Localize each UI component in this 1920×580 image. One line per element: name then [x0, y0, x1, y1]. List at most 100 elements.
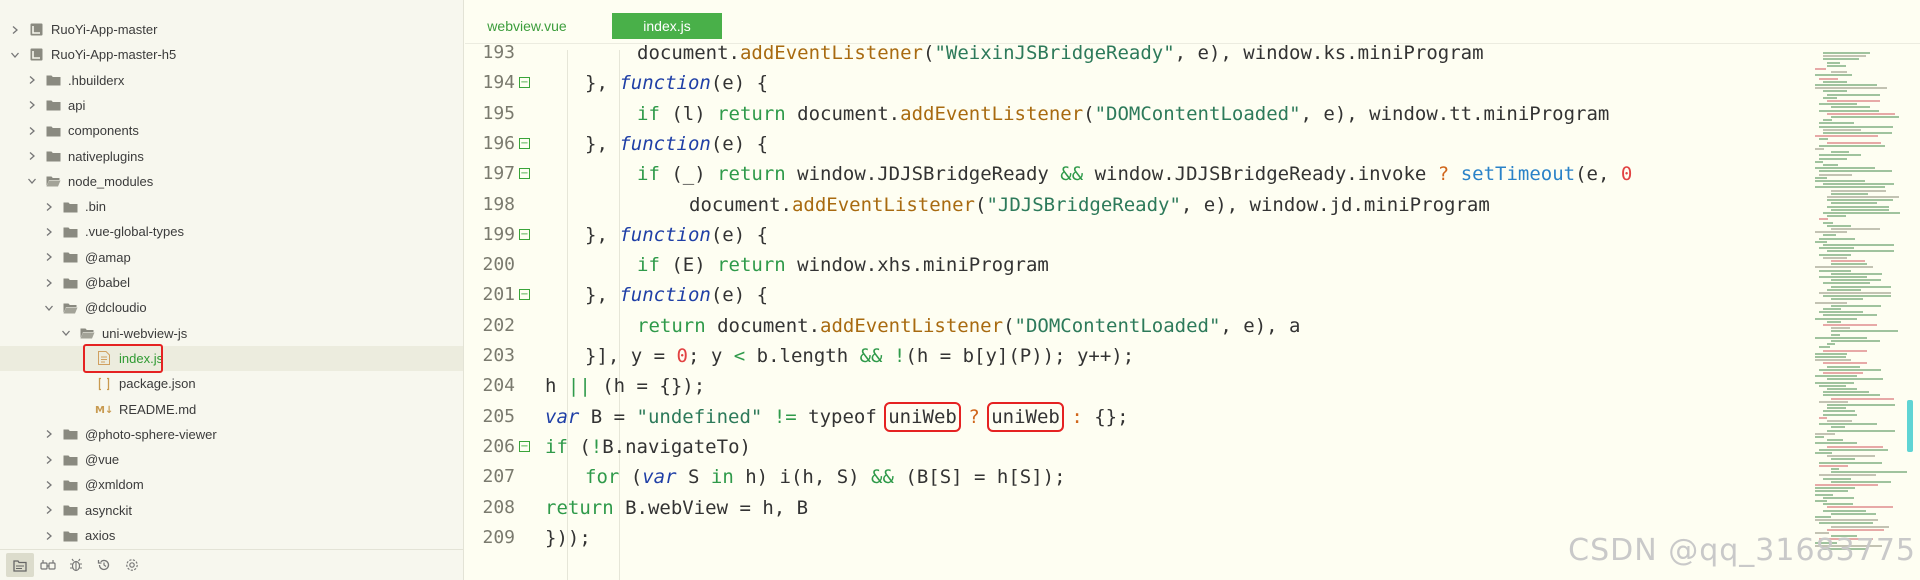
chevron-right-icon[interactable] [25, 149, 39, 163]
chevron-right-icon[interactable] [8, 23, 22, 37]
tree-item[interactable]: @photo-sphere-viewer [0, 422, 463, 447]
chevron-right-icon[interactable] [25, 124, 39, 138]
minimap-line [1827, 388, 1857, 390]
tree-item[interactable]: @babel [0, 270, 463, 295]
chevron-down-icon[interactable] [59, 326, 73, 340]
tree-item[interactable]: RuoYi-App-master-h5 [0, 42, 463, 67]
code-text: h || (h = {}); [533, 371, 705, 401]
tree-item[interactable]: .vue-global-types [0, 219, 463, 244]
code-token: (h = {}); [590, 375, 706, 398]
tree-item-label: @babel [85, 275, 131, 290]
tree-item[interactable]: nativeplugins [0, 144, 463, 169]
settings-icon[interactable] [118, 553, 146, 577]
tree-item[interactable]: .hbuilderx [0, 68, 463, 93]
code-token: "undefined" [636, 405, 763, 428]
minimap[interactable] [1813, 50, 1917, 555]
chevron-right-icon[interactable] [42, 250, 56, 264]
chevron-down-icon[interactable] [8, 48, 22, 62]
minimap-line [1823, 314, 1877, 317]
fold-toggle-icon[interactable]: − [519, 77, 530, 89]
tree-item[interactable]: api [0, 93, 463, 118]
project-manager-icon[interactable] [6, 553, 34, 577]
history-icon[interactable] [90, 553, 118, 577]
code-token: for [585, 466, 620, 489]
chevron-right-icon[interactable] [42, 478, 56, 492]
code-line[interactable]: 198 document.addEventListener("JDJSBridge… [465, 190, 1805, 220]
minimap-line [1831, 116, 1899, 118]
code-line[interactable]: 202 return document.addEventListener("DOM… [465, 311, 1805, 341]
tree-item[interactable]: components [0, 118, 463, 143]
minimap-line [1827, 93, 1880, 96]
chevron-right-icon[interactable] [42, 503, 56, 517]
tree-item[interactable]: index.js [0, 345, 463, 371]
tree-item[interactable]: uni-webview-js [0, 321, 463, 346]
minimap-line [1831, 525, 1889, 528]
fold-toggle-icon[interactable]: − [519, 168, 530, 180]
minimap-line [1831, 192, 1868, 195]
chevron-right-icon[interactable] [25, 73, 39, 87]
chevron-right-icon[interactable] [42, 276, 56, 290]
chevron-down-icon[interactable] [42, 301, 56, 315]
chevron-right-icon[interactable] [42, 453, 56, 467]
code-line[interactable]: 197− if (_) return window.JDJSBridgeReady… [465, 159, 1805, 189]
code-line[interactable]: 207 for (var S in h) i(h, S) && (B[S] = h… [465, 462, 1805, 492]
minimap-line [1827, 250, 1894, 253]
code-line[interactable]: 204 h || (h = {}); [465, 371, 1805, 401]
tree-item[interactable]: package.json [0, 371, 463, 396]
code-line[interactable]: 200 if (E) return window.xhs.miniProgram [465, 250, 1805, 280]
code-line[interactable]: 199−}, function(e) { [465, 220, 1805, 250]
chevron-right-icon[interactable] [42, 225, 56, 239]
minimap-scrollbar[interactable] [1907, 400, 1913, 452]
minimap-line [1815, 336, 1867, 339]
code-line[interactable]: 206− if (!B.navigateTo) [465, 432, 1805, 462]
folder-icon [44, 174, 62, 188]
tree-item-label: @vue [85, 452, 120, 468]
code-token: h [545, 375, 568, 398]
chevron-right-icon[interactable] [42, 200, 56, 214]
code-line[interactable]: 195 if (l) return document.addEventListen… [465, 99, 1805, 129]
code-line[interactable]: 205 var B = "undefined" != typeof uniWeb … [465, 401, 1805, 432]
code-token: }, [585, 223, 620, 246]
chevron-right-icon[interactable] [25, 98, 39, 112]
fold-toggle-icon[interactable]: − [519, 228, 530, 240]
tree-item[interactable]: @dcloudio [0, 295, 463, 320]
minimap-line [1827, 420, 1852, 422]
minimap-line [1823, 183, 1894, 186]
chevron-down-icon[interactable] [25, 174, 39, 188]
code-line[interactable]: 208 return B.webView = h, B [465, 493, 1805, 523]
tree-item[interactable]: @amap [0, 245, 463, 270]
tree-item[interactable]: axios [0, 523, 463, 548]
chevron-right-icon[interactable] [42, 529, 56, 543]
code-line[interactable]: 196−}, function(e) { [465, 129, 1805, 159]
minimap-line [1827, 445, 1883, 448]
tree-item[interactable]: node_modules [0, 169, 463, 194]
fold-toggle-icon[interactable]: − [519, 137, 530, 149]
svg-text:M↓: M↓ [95, 405, 113, 415]
minimap-line [1815, 301, 1847, 304]
code-token: : [1071, 405, 1083, 428]
tree-item-label: .hbuilderx [68, 72, 125, 88]
tree-item[interactable]: M↓ README.md [0, 397, 463, 422]
code-token: != [773, 405, 797, 428]
code-line[interactable]: 201−}, function(e) { [465, 280, 1805, 310]
minimap-line [1831, 263, 1867, 266]
tree-item[interactable]: @vue [0, 447, 463, 472]
fold-toggle-icon[interactable]: − [519, 289, 530, 301]
code-token: , e), window.jd.miniProgram [1180, 193, 1490, 216]
tree-item[interactable]: @xmldom [0, 472, 463, 497]
code-line[interactable]: 194−}, function(e) { [465, 68, 1805, 98]
tree-item[interactable]: RuoYi-App-master [0, 17, 463, 42]
tab-index-js[interactable]: index.js [612, 13, 722, 39]
chevron-right-icon[interactable] [42, 427, 56, 441]
code-line[interactable]: 203}], y = 0; y < b.length && !(h = b[y]… [465, 341, 1805, 371]
tab-webview-vue[interactable]: webview.vue [477, 13, 577, 39]
tree-item[interactable]: .bin [0, 194, 463, 219]
fold-toggle-icon[interactable]: − [519, 440, 530, 452]
code-area[interactable]: 193 document.addEventListener("WeixinJSBr… [465, 42, 1805, 580]
plugin-icon[interactable] [34, 553, 62, 577]
tree-item[interactable]: asynckit [0, 498, 463, 523]
bug-icon[interactable] [62, 553, 90, 577]
code-line[interactable]: 193 document.addEventListener("WeixinJSBr… [465, 38, 1805, 68]
